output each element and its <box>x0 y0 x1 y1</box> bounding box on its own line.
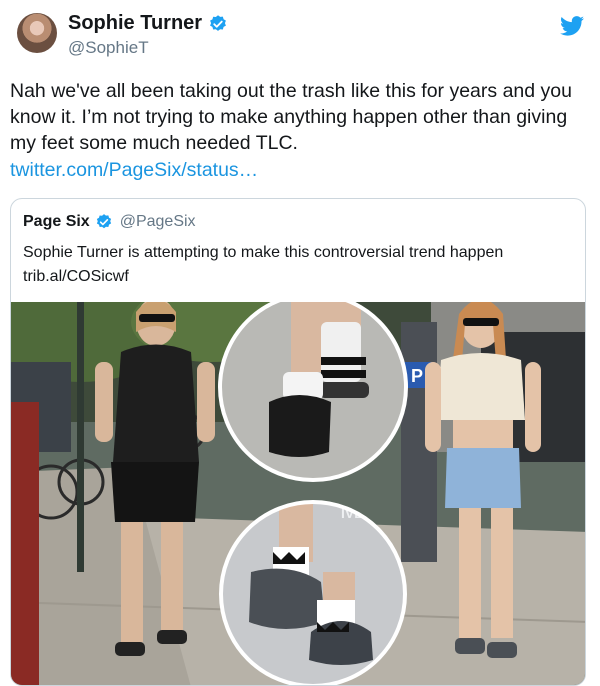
quoted-text-line: Sophie Turner is attempting to make this… <box>23 244 504 261</box>
verified-badge-icon <box>210 14 227 31</box>
author-display-name[interactable]: Sophie Turner <box>68 12 202 35</box>
quoted-photo[interactable]: P IVE <box>11 302 585 685</box>
parking-sign-text: P <box>411 366 423 386</box>
avatar[interactable] <box>17 13 57 53</box>
quoted-handle[interactable]: @PageSix <box>120 213 196 231</box>
tweet-text: Nah we've all been taking out the trash … <box>10 80 572 154</box>
verified-badge-icon <box>96 214 111 229</box>
tweet-link[interactable]: twitter.com/PageSix/status… <box>10 159 258 182</box>
quoted-tweet-text: Sophie Turner is attempting to make this… <box>23 241 573 289</box>
author-name-row: Sophie Turner <box>68 12 228 35</box>
quoted-display-name[interactable]: Page Six <box>23 213 90 231</box>
street-photo-illustration: P IVE <box>11 302 585 685</box>
author-handle[interactable]: @SophieT <box>68 38 149 58</box>
quoted-tweet[interactable]: Page Six @PageSix Sophie Turner is attem… <box>10 198 586 686</box>
quoted-tweet-header: Page Six @PageSix <box>23 213 196 231</box>
twitter-bird-icon[interactable] <box>560 16 584 36</box>
tweet-header: Sophie Turner @SophieT <box>12 10 588 60</box>
quoted-link[interactable]: trib.al/COSicwf <box>23 265 573 289</box>
